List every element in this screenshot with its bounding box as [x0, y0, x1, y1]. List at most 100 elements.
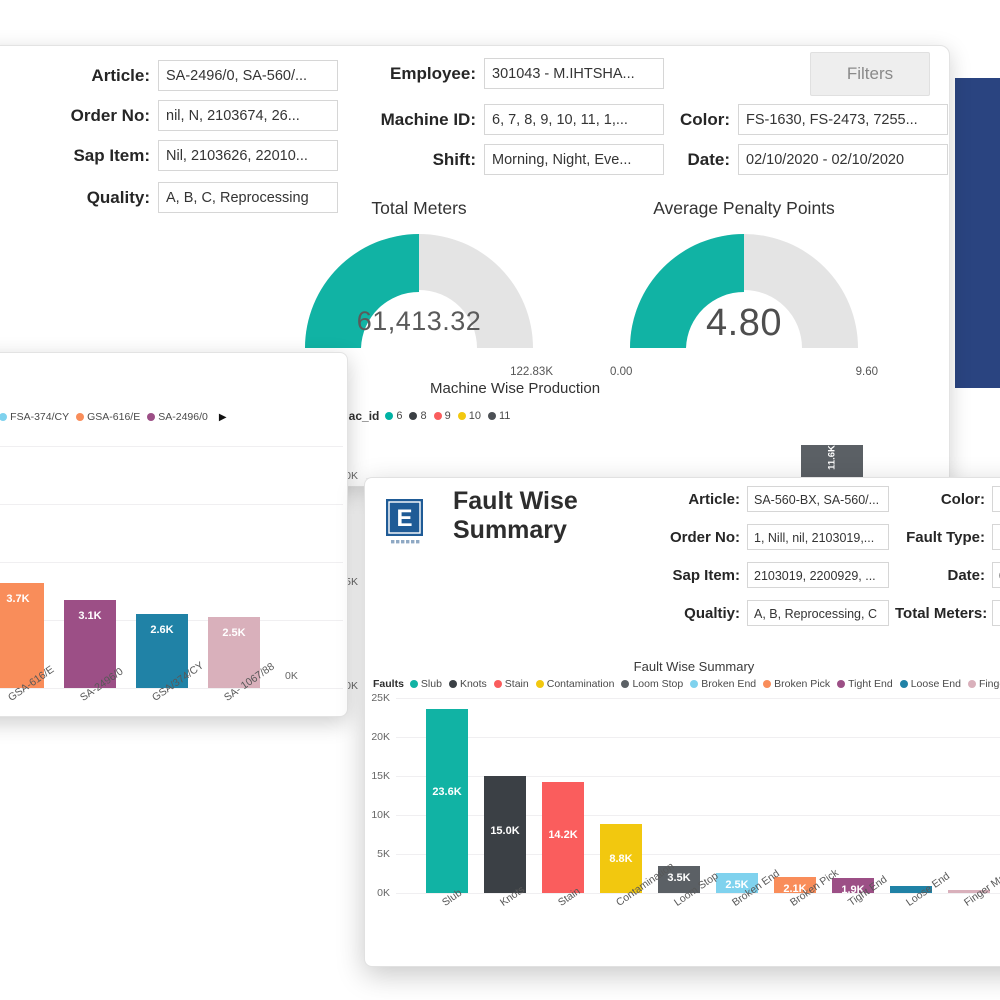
fw-field-value-fault-type[interactable]	[992, 524, 1000, 550]
y-axis-tick: 15K	[360, 770, 390, 782]
field-label-machine-id: Machine ID:	[340, 110, 484, 130]
legend-item[interactable]: Contamination	[536, 678, 615, 690]
field-label-employee: Employee:	[340, 64, 484, 84]
left-window-legend: -374/CY 80750SIM... FSA-374/CY GSA-616/E…	[0, 411, 227, 423]
legend-label: FSA-374/CY	[10, 411, 69, 423]
legend-swatch-icon	[621, 680, 629, 688]
left-window-ytick-zero: 0K	[285, 670, 313, 682]
legend-item[interactable]: Broken End	[690, 678, 756, 690]
legend-swatch-icon	[409, 412, 417, 420]
bar[interactable]: 23.6K	[426, 709, 468, 893]
fw-field-row-color: Color: F	[895, 486, 1000, 512]
field-value-article[interactable]: SA-2496/0, SA-560/...	[158, 60, 338, 91]
field-value-color[interactable]: FS-1630, FS-2473, 7255...	[738, 104, 948, 135]
screen: on Article: SA-2496/0, SA-560/... Order …	[0, 0, 1000, 1000]
bar-value-label: 3.1K	[64, 610, 116, 622]
gauge-min-penalty: 0.00	[610, 366, 632, 378]
field-value-machine-id[interactable]: 6, 7, 8, 9, 10, 11, 1,...	[484, 104, 664, 135]
fw-field-value-qualtiy[interactable]: A, B, Reprocessing, C	[747, 600, 889, 626]
field-row-sap-item: Sap Item: Nil, 2103626, 22010...	[30, 140, 338, 171]
fw-field-value-sap-item[interactable]: 2103019, 2200929, ...	[747, 562, 889, 588]
legend-label: Broken End	[701, 678, 756, 690]
page-title: on	[0, 57, 1, 93]
legend-item[interactable]: 9	[434, 410, 451, 422]
fw-field-value-date[interactable]: 0	[992, 562, 1000, 588]
legend-item[interactable]: GSA-616/E	[76, 411, 140, 423]
legend-item[interactable]: Tight End	[837, 678, 893, 690]
legend-item[interactable]: FSA-374/CY	[0, 411, 69, 423]
field-row-color: Color: FS-1630, FS-2473, 7255...	[660, 104, 948, 135]
legend-label: 10	[469, 410, 481, 422]
fault-chart-plot: 23.6K15.0K14.2K8.8K3.5K2.5K2.1K1.9K	[396, 698, 1000, 893]
legend-item[interactable]: 8	[409, 410, 426, 422]
legend-item[interactable]: Broken Pick	[763, 678, 830, 690]
legend-swatch-icon	[147, 413, 155, 421]
machine-wise-chart-title: Machine Wise Production	[430, 380, 600, 397]
legend-label: Broken Pick	[774, 678, 830, 690]
fw-field-value-total-meters[interactable]	[992, 600, 1000, 626]
field-value-sap-item[interactable]: Nil, 2103626, 22010...	[158, 140, 338, 171]
legend-label: Contamination	[547, 678, 615, 690]
fault-chart-legend: Faults Slub Knots Stain Contamination Loom S…	[373, 678, 1000, 690]
gauge-average-penalty-points: Average Penalty Points 4.80 0.00 9.60	[610, 198, 878, 378]
legend-label: Slub	[421, 678, 442, 690]
bar-value-label: 15.0K	[484, 825, 526, 837]
field-row-order-no: Order No: nil, N, 2103674, 26...	[30, 100, 338, 131]
svg-text:E: E	[396, 505, 412, 532]
legend-item[interactable]: 11	[488, 410, 510, 422]
field-label-date: Date:	[660, 150, 738, 170]
legend-next-page-icon[interactable]: ▶	[219, 412, 227, 423]
legend-item[interactable]: Stain	[494, 678, 529, 690]
legend-label: GSA-616/E	[87, 411, 140, 423]
company-logo-icon: E	[382, 497, 427, 547]
fw-field-value-article[interactable]: SA-560-BX, SA-560/...	[747, 486, 889, 512]
fw-field-label-order-no: Order No:	[625, 529, 747, 546]
legend-label: SA-2496/0	[158, 411, 208, 423]
fault-chart-title: Fault Wise Summary	[364, 659, 1000, 674]
bar-value-label: 11.6K	[827, 445, 838, 470]
bar[interactable]: 14.2K	[542, 782, 584, 893]
legend-swatch-icon	[763, 680, 771, 688]
legend-swatch-icon	[900, 680, 908, 688]
field-row-article: Article: SA-2496/0, SA-560/...	[30, 60, 338, 91]
legend-item[interactable]: Slub	[410, 678, 442, 690]
fw-field-value-color[interactable]: F	[992, 486, 1000, 512]
legend-label: 8	[420, 410, 426, 422]
field-label-quality: Quality:	[30, 188, 158, 208]
legend-item[interactable]: 10	[458, 410, 481, 422]
legend-label: Knots	[460, 678, 487, 690]
legend-swatch-icon	[434, 412, 442, 420]
gridline	[396, 698, 1000, 699]
gauge-value-total-meters: 61,413.32	[285, 306, 553, 337]
legend-item[interactable]: 6	[385, 410, 402, 422]
field-value-order-no[interactable]: nil, N, 2103674, 26...	[158, 100, 338, 131]
fw-field-row-qualtiy: Qualtiy: A, B, Reprocessing, C	[625, 600, 889, 626]
filters-button[interactable]: Filters	[810, 52, 930, 96]
bar-value-label: 3.7K	[0, 593, 44, 605]
legend-swatch-icon	[76, 413, 84, 421]
legend-item[interactable]: Loose End	[900, 678, 961, 690]
y-axis-tick: 25K	[360, 692, 390, 704]
fw-field-label-fault-type: Fault Type:	[895, 529, 992, 546]
legend-item[interactable]: Loom Stop	[621, 678, 683, 690]
legend-item[interactable]: Finger Mark	[968, 678, 1000, 690]
bar[interactable]: 15.0K	[484, 776, 526, 893]
fw-field-value-order-no[interactable]: 1, Nill, nil, 2103019,...	[747, 524, 889, 550]
legend-title-faults: Faults	[373, 678, 404, 690]
field-value-shift[interactable]: Morning, Night, Eve...	[484, 144, 664, 175]
field-row-machine-id: Machine ID: 6, 7, 8, 9, 10, 11, 1,...	[340, 104, 664, 135]
legend-swatch-icon	[837, 680, 845, 688]
legend-swatch-icon	[968, 680, 976, 688]
field-label-order-no: Order No:	[30, 106, 158, 126]
field-row-shift: Shift: Morning, Night, Eve...	[340, 144, 664, 175]
y-axis-tick: 5K	[360, 848, 390, 860]
gauge-max-total-meters: 122.83K	[510, 366, 553, 378]
legend-item[interactable]: Knots	[449, 678, 487, 690]
y-axis-tick: 20K	[360, 731, 390, 743]
gauge-title-total-meters: Total Meters	[285, 198, 553, 219]
field-value-employee[interactable]: 301043 - M.IHTSHA...	[484, 58, 664, 89]
legend-item[interactable]: SA-2496/0	[147, 411, 208, 423]
fw-field-row-order-no: Order No: 1, Nill, nil, 2103019,...	[625, 524, 889, 550]
gauge-title-penalty: Average Penalty Points	[610, 198, 878, 219]
field-value-date[interactable]: 02/10/2020 - 02/10/2020	[738, 144, 948, 175]
